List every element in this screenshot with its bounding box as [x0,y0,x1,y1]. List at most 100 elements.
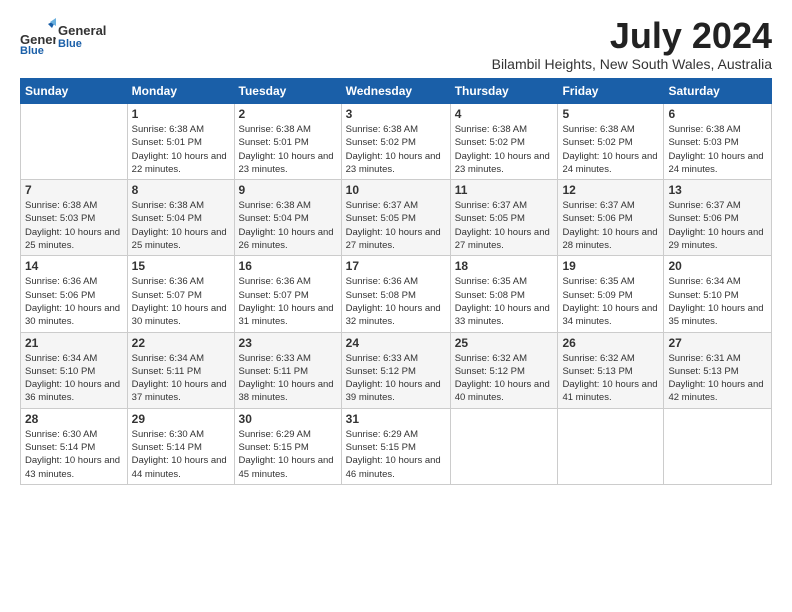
day-number: 1 [132,107,230,121]
day-number: 28 [25,412,123,426]
day-info: Sunrise: 6:37 AMSunset: 5:05 PMDaylight:… [346,199,446,252]
day-info: Sunrise: 6:33 AMSunset: 5:11 PMDaylight:… [239,352,337,405]
calendar-cell-w5-d0: 28 Sunrise: 6:30 AMSunset: 5:14 PMDaylig… [21,408,128,484]
day-info: Sunrise: 6:36 AMSunset: 5:07 PMDaylight:… [239,275,337,328]
day-info: Sunrise: 6:38 AMSunset: 5:04 PMDaylight:… [132,199,230,252]
day-info: Sunrise: 6:32 AMSunset: 5:13 PMDaylight:… [562,352,659,405]
header-thursday: Thursday [450,79,558,104]
day-info: Sunrise: 6:37 AMSunset: 5:06 PMDaylight:… [562,199,659,252]
calendar-cell-w3-d0: 14 Sunrise: 6:36 AMSunset: 5:06 PMDaylig… [21,256,128,332]
calendar-cell-w3-d2: 16 Sunrise: 6:36 AMSunset: 5:07 PMDaylig… [234,256,341,332]
day-number: 22 [132,336,230,350]
day-header-row: Sunday Monday Tuesday Wednesday Thursday… [21,79,772,104]
calendar-cell-w2-d4: 11 Sunrise: 6:37 AMSunset: 5:05 PMDaylig… [450,180,558,256]
logo-line2: Blue [58,38,106,50]
day-number: 29 [132,412,230,426]
week-row-1: 1 Sunrise: 6:38 AMSunset: 5:01 PMDayligh… [21,104,772,180]
day-number: 8 [132,183,230,197]
header-monday: Monday [127,79,234,104]
calendar-cell-w1-d2: 2 Sunrise: 6:38 AMSunset: 5:01 PMDayligh… [234,104,341,180]
day-number: 6 [668,107,767,121]
logo-icon: General Blue [20,18,56,54]
calendar-cell-w3-d1: 15 Sunrise: 6:36 AMSunset: 5:07 PMDaylig… [127,256,234,332]
day-number: 30 [239,412,337,426]
calendar-cell-w3-d3: 17 Sunrise: 6:36 AMSunset: 5:08 PMDaylig… [341,256,450,332]
calendar-cell-w4-d1: 22 Sunrise: 6:34 AMSunset: 5:11 PMDaylig… [127,332,234,408]
calendar-cell-w3-d4: 18 Sunrise: 6:35 AMSunset: 5:08 PMDaylig… [450,256,558,332]
header-wednesday: Wednesday [341,79,450,104]
day-number: 12 [562,183,659,197]
day-info: Sunrise: 6:38 AMSunset: 5:02 PMDaylight:… [562,123,659,176]
day-number: 21 [25,336,123,350]
week-row-2: 7 Sunrise: 6:38 AMSunset: 5:03 PMDayligh… [21,180,772,256]
svg-text:Blue: Blue [20,45,44,54]
day-number: 3 [346,107,446,121]
calendar-cell-w5-d5 [558,408,664,484]
logo: General Blue General Blue [20,18,106,54]
calendar-cell-w2-d6: 13 Sunrise: 6:37 AMSunset: 5:06 PMDaylig… [664,180,772,256]
day-info: Sunrise: 6:36 AMSunset: 5:06 PMDaylight:… [25,275,123,328]
title-area: July 2024 Bilambil Heights, New South Wa… [492,18,772,72]
day-info: Sunrise: 6:34 AMSunset: 5:11 PMDaylight:… [132,352,230,405]
day-number: 24 [346,336,446,350]
day-info: Sunrise: 6:31 AMSunset: 5:13 PMDaylight:… [668,352,767,405]
calendar-cell-w1-d6: 6 Sunrise: 6:38 AMSunset: 5:03 PMDayligh… [664,104,772,180]
calendar-cell-w4-d0: 21 Sunrise: 6:34 AMSunset: 5:10 PMDaylig… [21,332,128,408]
calendar-cell-w2-d3: 10 Sunrise: 6:37 AMSunset: 5:05 PMDaylig… [341,180,450,256]
month-year-title: July 2024 [492,18,772,54]
day-info: Sunrise: 6:34 AMSunset: 5:10 PMDaylight:… [668,275,767,328]
day-info: Sunrise: 6:30 AMSunset: 5:14 PMDaylight:… [132,428,230,481]
calendar-cell-w5-d4 [450,408,558,484]
day-info: Sunrise: 6:34 AMSunset: 5:10 PMDaylight:… [25,352,123,405]
day-number: 20 [668,259,767,273]
day-info: Sunrise: 6:33 AMSunset: 5:12 PMDaylight:… [346,352,446,405]
day-info: Sunrise: 6:32 AMSunset: 5:12 PMDaylight:… [455,352,554,405]
day-number: 14 [25,259,123,273]
calendar-cell-w2-d0: 7 Sunrise: 6:38 AMSunset: 5:03 PMDayligh… [21,180,128,256]
header-tuesday: Tuesday [234,79,341,104]
day-number: 26 [562,336,659,350]
day-info: Sunrise: 6:38 AMSunset: 5:03 PMDaylight:… [668,123,767,176]
header: General Blue General Blue July 2024 Bila… [20,18,772,72]
day-number: 10 [346,183,446,197]
day-number: 23 [239,336,337,350]
calendar-table: Sunday Monday Tuesday Wednesday Thursday… [20,78,772,485]
day-number: 17 [346,259,446,273]
calendar-cell-w1-d3: 3 Sunrise: 6:38 AMSunset: 5:02 PMDayligh… [341,104,450,180]
day-number: 25 [455,336,554,350]
location-subtitle: Bilambil Heights, New South Wales, Austr… [492,56,772,72]
day-info: Sunrise: 6:35 AMSunset: 5:09 PMDaylight:… [562,275,659,328]
calendar-cell-w4-d6: 27 Sunrise: 6:31 AMSunset: 5:13 PMDaylig… [664,332,772,408]
week-row-4: 21 Sunrise: 6:34 AMSunset: 5:10 PMDaylig… [21,332,772,408]
calendar-cell-w4-d2: 23 Sunrise: 6:33 AMSunset: 5:11 PMDaylig… [234,332,341,408]
day-number: 16 [239,259,337,273]
day-number: 7 [25,183,123,197]
calendar-cell-w4-d4: 25 Sunrise: 6:32 AMSunset: 5:12 PMDaylig… [450,332,558,408]
day-info: Sunrise: 6:30 AMSunset: 5:14 PMDaylight:… [25,428,123,481]
calendar-cell-w5-d6 [664,408,772,484]
day-number: 2 [239,107,337,121]
calendar-cell-w2-d1: 8 Sunrise: 6:38 AMSunset: 5:04 PMDayligh… [127,180,234,256]
day-number: 11 [455,183,554,197]
day-number: 15 [132,259,230,273]
calendar-cell-w4-d3: 24 Sunrise: 6:33 AMSunset: 5:12 PMDaylig… [341,332,450,408]
calendar-cell-w3-d5: 19 Sunrise: 6:35 AMSunset: 5:09 PMDaylig… [558,256,664,332]
header-friday: Friday [558,79,664,104]
day-number: 4 [455,107,554,121]
day-info: Sunrise: 6:38 AMSunset: 5:03 PMDaylight:… [25,199,123,252]
day-info: Sunrise: 6:38 AMSunset: 5:04 PMDaylight:… [239,199,337,252]
day-info: Sunrise: 6:38 AMSunset: 5:01 PMDaylight:… [239,123,337,176]
calendar-cell-w2-d2: 9 Sunrise: 6:38 AMSunset: 5:04 PMDayligh… [234,180,341,256]
day-number: 18 [455,259,554,273]
day-info: Sunrise: 6:29 AMSunset: 5:15 PMDaylight:… [346,428,446,481]
day-number: 9 [239,183,337,197]
day-info: Sunrise: 6:38 AMSunset: 5:02 PMDaylight:… [455,123,554,176]
day-number: 19 [562,259,659,273]
calendar-cell-w5-d1: 29 Sunrise: 6:30 AMSunset: 5:14 PMDaylig… [127,408,234,484]
week-row-5: 28 Sunrise: 6:30 AMSunset: 5:14 PMDaylig… [21,408,772,484]
header-saturday: Saturday [664,79,772,104]
calendar-cell-w5-d2: 30 Sunrise: 6:29 AMSunset: 5:15 PMDaylig… [234,408,341,484]
calendar-cell-w1-d0 [21,104,128,180]
calendar-cell-w1-d5: 5 Sunrise: 6:38 AMSunset: 5:02 PMDayligh… [558,104,664,180]
week-row-3: 14 Sunrise: 6:36 AMSunset: 5:06 PMDaylig… [21,256,772,332]
